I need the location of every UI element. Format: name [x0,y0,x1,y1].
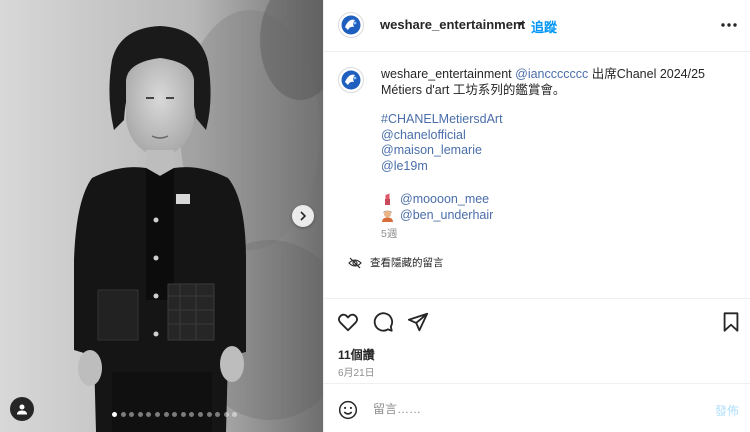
caption-hashtags: #CHANELMetiersdArt @chanelofficial @maison… [381,112,503,174]
carousel-dot [172,412,178,417]
share-icon[interactable] [407,311,429,333]
emoji-icon[interactable] [338,400,358,420]
weshare-logo-icon [341,70,361,90]
carousel-dot [112,412,117,417]
carousel-dot [189,412,195,417]
post-side-panel: weshare_entertainment • 追蹤 weshare_enter… [323,0,750,432]
caption-line-2: Métiers d'art 工坊系列的鑑賞會。 [381,82,566,97]
post-header: weshare_entertainment • 追蹤 [324,0,750,52]
next-image-button[interactable] [292,205,314,227]
caption-tag-link[interactable]: @chanelofficial [381,128,503,144]
more-options-icon[interactable] [719,15,739,35]
carousel-dot [223,412,229,417]
caption-tag-link[interactable]: @le19m [381,159,503,175]
caption-mention[interactable]: @ianccccccc [515,67,588,81]
credit-handle-link[interactable]: @moooon_mee [400,192,489,208]
credit-row: @ben_underhair [381,208,493,224]
caption-tag-link[interactable]: #CHANELMetiersdArt [381,112,503,128]
carousel-dot [129,412,135,417]
carousel-dot [197,412,203,417]
photo-image [0,0,323,432]
carousel-dot [163,412,169,417]
lipstick-icon [381,193,394,206]
caption-author[interactable]: weshare_entertainment [381,67,512,81]
haircut-icon [381,209,394,223]
carousel-dot [180,412,186,417]
header-separator: • [518,16,523,31]
eye-off-icon [348,257,362,268]
caption-text: weshare_entertainment @ianccccccc 出席Chan… [381,67,736,98]
carousel-dot [206,412,212,417]
post-photo[interactable] [0,0,323,432]
comment-input[interactable] [373,399,673,419]
comment-bar: 發佈 [324,383,750,432]
credit-handle-link[interactable]: @ben_underhair [400,208,493,224]
user-icon [17,404,27,415]
caption-author-avatar[interactable] [338,67,364,93]
credit-row: @moooon_mee [381,192,489,208]
post-comment-button[interactable]: 發佈 [715,402,739,419]
caption-text-part: 出席Chanel 2024/25 [591,67,706,81]
post-date: 6月21日 [338,368,375,379]
view-hidden-comments[interactable]: 查看隱藏的留言 [348,255,444,270]
comment-icon[interactable] [372,311,394,333]
follow-button[interactable]: 追蹤 [531,17,557,36]
carousel-dot [137,412,143,417]
carousel-dot [154,412,160,417]
caption-area: weshare_entertainment @ianccccccc 出席Chan… [324,52,750,298]
bookmark-icon[interactable] [720,311,742,333]
hidden-comments-label: 查看隱藏的留言 [370,257,444,269]
carousel-indicators [112,412,238,417]
heart-icon[interactable] [337,311,359,333]
tagged-users-button[interactable] [10,397,34,421]
author-avatar[interactable] [338,12,364,38]
carousel-dot [120,412,126,417]
carousel-dot [232,412,238,417]
carousel-dot [215,412,221,417]
chevron-right-icon [300,211,307,221]
post-age[interactable]: 5週 [381,226,397,241]
like-count[interactable]: 11個讚 [338,346,375,363]
carousel-dot [146,412,152,417]
weshare-logo-icon [341,15,361,35]
caption-tag-link[interactable]: @maison_lemarie [381,143,503,159]
author-username[interactable]: weshare_entertainment [380,17,525,32]
